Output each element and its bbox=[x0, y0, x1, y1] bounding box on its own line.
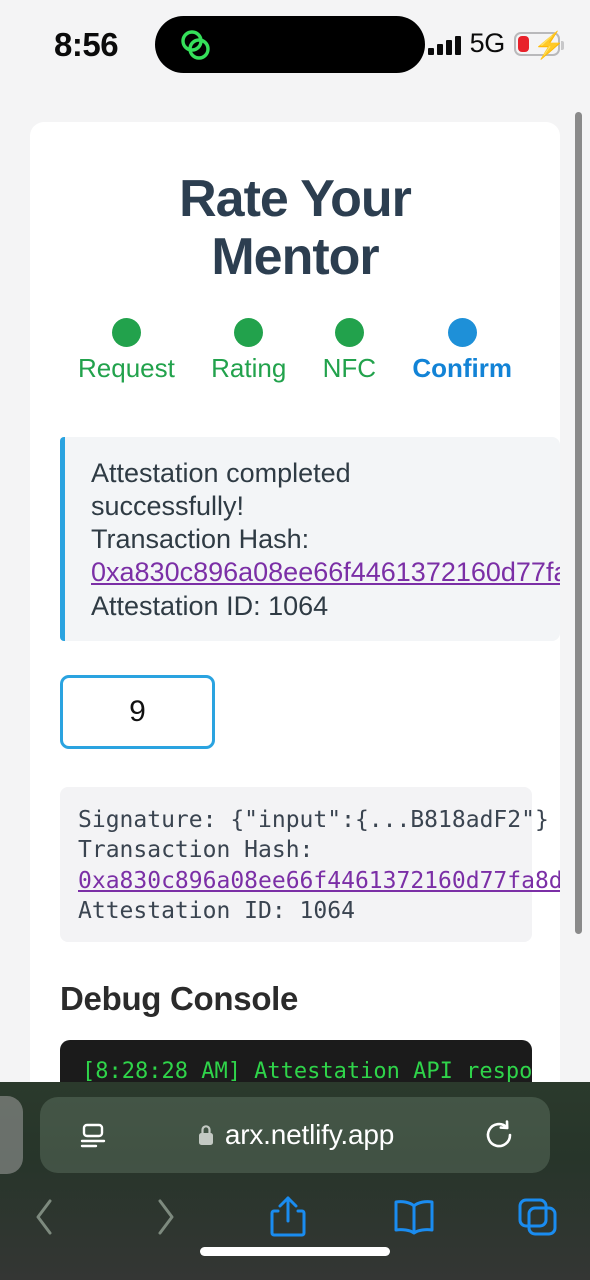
code-signature-line: Signature: {"input":{...B818adF2"} bbox=[78, 806, 549, 833]
address-bar[interactable]: arx.netlify.app bbox=[40, 1097, 550, 1173]
reload-icon[interactable] bbox=[482, 1118, 516, 1152]
step-nfc[interactable]: NFC bbox=[323, 318, 376, 381]
home-indicator bbox=[200, 1247, 390, 1256]
battery-charging-low-icon: ⚡ bbox=[514, 31, 565, 58]
signature-code-block: Signature: {"input":{...B818adF2"} Trans… bbox=[60, 786, 560, 943]
step-label-nfc: NFC bbox=[322, 353, 377, 384]
tabs-icon bbox=[518, 1198, 557, 1236]
phone-screen: 8:56 5G ⚡ Rate Your Mentor Request Ratin… bbox=[0, 0, 590, 1280]
step-label-confirm: Confirm bbox=[412, 353, 512, 384]
code-hash-label: Transaction Hash: bbox=[78, 837, 314, 864]
adjacent-tab-peek[interactable] bbox=[0, 1096, 23, 1174]
share-button[interactable] bbox=[266, 1193, 310, 1241]
step-dot-nfc bbox=[334, 318, 364, 348]
forward-button[interactable] bbox=[150, 1195, 180, 1239]
back-icon bbox=[36, 1199, 52, 1235]
step-confirm[interactable]: Confirm bbox=[412, 318, 512, 381]
step-rating[interactable]: Rating bbox=[211, 318, 286, 381]
step-label-rating: Rating bbox=[211, 353, 287, 384]
code-attestation-id: Attestation ID: 1064 bbox=[78, 898, 355, 925]
alert-attestation-id: Attestation ID: 1064 bbox=[91, 591, 329, 622]
back-button[interactable] bbox=[30, 1195, 60, 1239]
web-page-card: Rate Your Mentor Request Rating NFC Conf… bbox=[30, 122, 560, 1161]
url-text: arx.netlify.app bbox=[224, 1119, 395, 1150]
step-label-request: Request bbox=[78, 353, 175, 384]
network-type-label: 5G bbox=[469, 28, 506, 58]
share-icon bbox=[270, 1196, 306, 1237]
rating-input-value: 9 bbox=[129, 694, 146, 728]
step-dot-rating bbox=[234, 318, 264, 348]
alert-success-text: Attestation completed successfully! bbox=[91, 458, 351, 522]
step-dot-request bbox=[111, 318, 141, 348]
tabs-button[interactable] bbox=[515, 1195, 559, 1239]
status-indicators: 5G ⚡ bbox=[427, 28, 565, 59]
status-bar: 8:56 5G ⚡ bbox=[0, 0, 590, 95]
success-alert: Attestation completed successfully! Tran… bbox=[60, 437, 560, 641]
dynamic-island[interactable] bbox=[155, 16, 425, 73]
debug-console-heading: Debug Console bbox=[60, 980, 299, 1018]
step-request[interactable]: Request bbox=[78, 318, 175, 381]
status-time: 8:56 bbox=[54, 26, 119, 63]
page-title: Rate Your Mentor bbox=[179, 170, 412, 287]
safari-bottom-bar: arx.netlify.app bbox=[0, 1082, 590, 1280]
progress-stepper: Request Rating NFC Confirm bbox=[78, 318, 512, 381]
code-transaction-hash-link[interactable]: 0xa830c896a08ee66f4461372160d77fa8d0303f… bbox=[78, 866, 560, 896]
bookmarks-icon bbox=[394, 1200, 434, 1235]
link-rings-icon bbox=[181, 29, 210, 60]
alert-hash-label: Transaction Hash: bbox=[91, 524, 310, 555]
cellular-signal-icon bbox=[427, 33, 461, 55]
transaction-hash-link[interactable]: 0xa830c896a08ee66f4461372160d77fa8d0303f… bbox=[91, 556, 560, 590]
safari-toolbar bbox=[0, 1182, 590, 1252]
page-scrollbar[interactable] bbox=[575, 112, 582, 934]
bookmarks-button[interactable] bbox=[390, 1197, 438, 1237]
step-dot-confirm bbox=[447, 318, 477, 348]
forward-icon bbox=[158, 1199, 174, 1235]
lock-icon bbox=[198, 1125, 213, 1145]
rating-input[interactable]: 9 bbox=[60, 674, 215, 749]
